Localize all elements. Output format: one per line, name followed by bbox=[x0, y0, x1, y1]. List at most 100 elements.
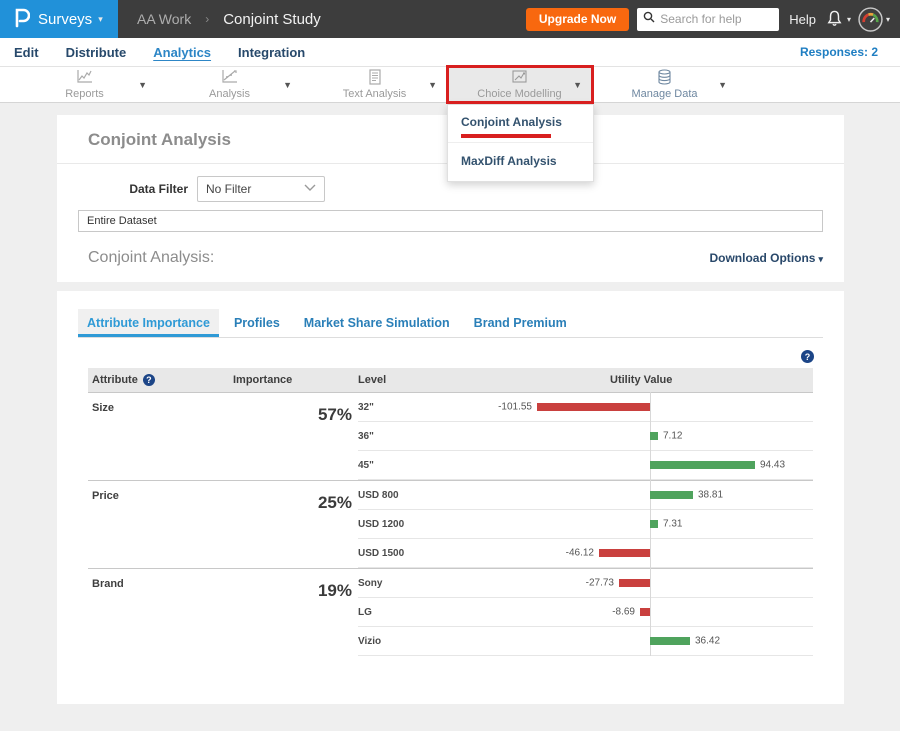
analysis-tabs: Attribute Importance Profiles Market Sha… bbox=[78, 309, 823, 338]
level-label: 36" bbox=[358, 431, 500, 442]
trend-chart-icon bbox=[221, 69, 238, 88]
chevron-down-icon: ▼ bbox=[718, 80, 727, 90]
menu-item-maxdiff-analysis[interactable]: MaxDiff Analysis bbox=[448, 142, 593, 181]
help-icon[interactable]: ? bbox=[801, 350, 814, 363]
choice-modelling-menu: Conjoint Analysis MaxDiff Analysis bbox=[447, 104, 594, 182]
attribute-name: Brand bbox=[88, 569, 233, 656]
annotation-underline bbox=[461, 134, 551, 138]
document-icon bbox=[368, 69, 382, 89]
utility-bar bbox=[650, 637, 690, 645]
toolbar-manage-data-button[interactable]: Manage Data ▼ bbox=[592, 67, 737, 102]
toolbar-choice-modelling-button[interactable]: Choice Modelling ▼ bbox=[447, 67, 592, 102]
chevron-down-icon: ▼ bbox=[428, 80, 437, 90]
data-filter-label: Data Filter bbox=[78, 182, 188, 196]
menu-item-label: MaxDiff Analysis bbox=[461, 154, 557, 168]
download-options-button[interactable]: Download Options▾ bbox=[709, 251, 823, 265]
menu-item-conjoint-analysis[interactable]: Conjoint Analysis bbox=[448, 105, 593, 142]
level-label: Sony bbox=[358, 578, 500, 589]
toolbar-label: Choice Modelling bbox=[477, 89, 561, 100]
table-help-row: ? bbox=[87, 350, 814, 363]
toolbar-analysis-button[interactable]: Analysis ▼ bbox=[157, 67, 302, 102]
utility-bar bbox=[619, 579, 650, 587]
chevron-down-icon bbox=[304, 184, 316, 195]
toolbar-reports-button[interactable]: Reports ▼ bbox=[12, 67, 157, 102]
toolbar-text-analysis-button[interactable]: Text Analysis ▼ bbox=[302, 67, 447, 102]
product-label: Surveys bbox=[38, 11, 92, 28]
app-window: Surveys ▾ AA Work › Conjoint Study Upgra… bbox=[0, 0, 900, 731]
utility-value-label: 7.31 bbox=[663, 519, 682, 530]
product-switcher[interactable]: Surveys ▾ bbox=[0, 0, 118, 38]
breadcrumb-workspace[interactable]: AA Work bbox=[137, 11, 191, 27]
utility-bar bbox=[537, 403, 650, 411]
avatar[interactable] bbox=[858, 7, 883, 32]
utility-bar bbox=[650, 491, 693, 499]
analytics-toolbar: Reports ▼ Analysis ▼ Text Analysis ▼ bbox=[0, 66, 900, 103]
search-input[interactable] bbox=[660, 12, 770, 26]
dataset-field-row bbox=[78, 210, 823, 232]
utility-bar-cell: 94.43 bbox=[500, 451, 813, 479]
choice-chart-icon bbox=[511, 69, 528, 88]
level-row: USD 12007.31 bbox=[358, 510, 813, 539]
utility-value-label: -8.69 bbox=[612, 607, 635, 618]
utility-bar-cell: 36.42 bbox=[500, 627, 813, 655]
utility-bar-cell: -46.12 bbox=[500, 539, 813, 567]
breadcrumb-separator-icon: › bbox=[205, 12, 209, 26]
nav-item-integration[interactable]: Integration bbox=[238, 45, 305, 60]
level-row: Sony -27.73 bbox=[358, 569, 813, 598]
utility-value-label: 38.81 bbox=[698, 490, 723, 501]
utility-value-label: -46.12 bbox=[566, 548, 594, 559]
chevron-down-icon: ▼ bbox=[138, 80, 147, 90]
level-row: LG-8.69 bbox=[358, 598, 813, 627]
help-search-box[interactable] bbox=[637, 8, 779, 31]
conjoint-analysis-card: Conjoint Analysis Data Filter No Filter … bbox=[57, 115, 844, 704]
help-icon[interactable]: ? bbox=[143, 374, 155, 386]
tab-brand-premium[interactable]: Brand Premium bbox=[465, 309, 576, 337]
utility-bar bbox=[650, 461, 755, 469]
survey-nav: Edit Distribute Analytics Integration Re… bbox=[0, 38, 900, 66]
column-header-importance: Importance bbox=[233, 374, 358, 386]
breadcrumb: AA Work › Conjoint Study bbox=[137, 11, 321, 28]
utility-table-header: Attribute ? Importance Level Utility Val… bbox=[88, 368, 813, 392]
tab-market-share-simulation[interactable]: Market Share Simulation bbox=[295, 309, 459, 337]
notifications-bell-icon[interactable] bbox=[825, 9, 844, 29]
level-label: 32" bbox=[358, 402, 500, 413]
dataset-input[interactable] bbox=[78, 210, 823, 232]
utility-bar-cell: 38.81 bbox=[500, 481, 813, 509]
upgrade-now-button[interactable]: Upgrade Now bbox=[526, 8, 629, 31]
section-title: Conjoint Analysis: bbox=[88, 249, 214, 267]
line-chart-icon bbox=[76, 69, 93, 88]
utility-table-body: Size 57% 32"-101.5536"7.1245"94.43 Price… bbox=[88, 392, 813, 656]
level-row: 45"94.43 bbox=[358, 451, 813, 480]
level-label: USD 1500 bbox=[358, 548, 500, 559]
level-row: 32"-101.55 bbox=[358, 393, 813, 422]
tab-profiles[interactable]: Profiles bbox=[225, 309, 289, 337]
utility-bar-cell: -8.69 bbox=[500, 598, 813, 626]
data-filter-value: No Filter bbox=[206, 182, 251, 196]
level-row: USD 1500 -46.12 bbox=[358, 539, 813, 568]
questionpro-logo-icon bbox=[13, 5, 30, 34]
level-row: 36" 7.12 bbox=[358, 422, 813, 451]
chevron-down-icon[interactable]: ▾ bbox=[847, 15, 851, 24]
attribute-group: Price 25% USD 80038.81USD 12007.31USD 15… bbox=[88, 480, 813, 568]
nav-item-distribute[interactable]: Distribute bbox=[66, 45, 127, 60]
utility-value-label: -27.73 bbox=[586, 578, 614, 589]
tab-attribute-importance[interactable]: Attribute Importance bbox=[78, 309, 219, 337]
importance-value: 19% bbox=[233, 569, 358, 656]
menu-item-label: Conjoint Analysis bbox=[461, 115, 562, 129]
chevron-down-icon: ▼ bbox=[573, 80, 582, 90]
column-header-utility-value: Utility Value bbox=[500, 374, 813, 386]
utility-value-label: 7.12 bbox=[663, 431, 682, 442]
help-link[interactable]: Help bbox=[789, 12, 816, 27]
importance-value: 25% bbox=[233, 481, 358, 568]
column-header-attribute: Attribute ? bbox=[88, 374, 233, 386]
nav-item-analytics[interactable]: Analytics bbox=[153, 45, 211, 60]
column-header-level: Level bbox=[358, 374, 500, 386]
chevron-down-icon: ▾ bbox=[818, 254, 823, 264]
chevron-down-icon[interactable]: ▾ bbox=[886, 15, 890, 24]
utility-value-label: -101.55 bbox=[498, 402, 532, 413]
section-divider bbox=[57, 282, 844, 291]
utility-bar-cell: -101.55 bbox=[500, 393, 813, 421]
nav-item-edit[interactable]: Edit bbox=[14, 45, 39, 60]
data-filter-select[interactable]: No Filter bbox=[197, 176, 325, 202]
utility-bar-cell: -27.73 bbox=[500, 569, 813, 597]
